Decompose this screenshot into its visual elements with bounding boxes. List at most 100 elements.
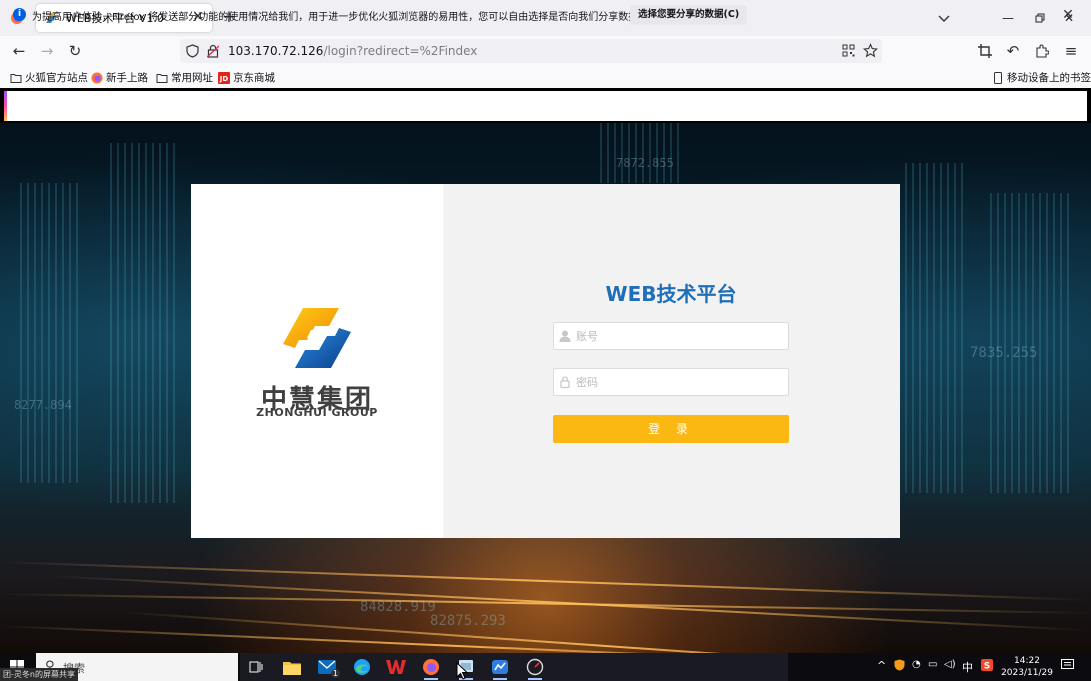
background-building [20, 183, 80, 483]
background-number: 8277.894 [14, 398, 72, 412]
restore-button[interactable] [1030, 8, 1050, 28]
url-bar[interactable]: 103.170.72.126/login?redirect=%2Findex [180, 39, 882, 63]
background-building [600, 123, 680, 183]
background-number: 82875.293 [430, 613, 506, 629]
company-logo-icon [283, 308, 351, 368]
password-input[interactable] [576, 369, 784, 395]
svg-text:S: S [984, 662, 990, 672]
extensions-button[interactable] [1033, 42, 1051, 60]
brand-panel: 中慧集团 ZHONGHUI GROUP [191, 184, 443, 538]
clock-date: 2023/11/29 [1001, 668, 1053, 678]
bookmark-star-icon[interactable] [863, 43, 878, 58]
show-hidden-icons[interactable]: ^ [877, 659, 886, 672]
login-card: 中慧集团 ZHONGHUI GROUP WEB技术平台 登 录 [191, 184, 900, 538]
login-button[interactable]: 登 录 [553, 415, 789, 443]
back-button[interactable]: ← [10, 42, 28, 60]
firefox-icon [423, 659, 439, 675]
task-view-button[interactable] [243, 656, 269, 678]
file-explorer-app[interactable] [279, 656, 305, 678]
forward-button[interactable]: → [38, 42, 56, 60]
bookmarks-toolbar: 火狐官方站点 新手上路 常用网址 JD 京东商城 移动设备上的书签 [0, 66, 1091, 88]
background-number: 7872.855 [616, 156, 674, 170]
ime-indicator[interactable]: 中 [962, 659, 973, 675]
mobile-device-icon [994, 71, 1002, 84]
volume-icon[interactable]: ◁) [944, 659, 956, 670]
background-number: 7835.255 [970, 345, 1038, 361]
screen-share-tooltip: 团-灵冬n的屏幕共享 [0, 668, 78, 681]
choose-data-button[interactable]: 选择您要分享的数据(C) [630, 5, 748, 25]
mail-app[interactable]: 1 [314, 656, 340, 678]
mail-badge: 1 [330, 669, 340, 678]
bookmark-item[interactable]: 火狐官方站点 [10, 70, 88, 85]
bookmark-item[interactable]: 常用网址 [156, 70, 213, 85]
insecure-lock-icon[interactable] [207, 44, 219, 58]
edge-app[interactable] [349, 656, 375, 678]
whiteboard-icon [492, 660, 508, 674]
screenshot-button[interactable] [976, 42, 994, 60]
notification-text: 为提高用户体验，Firefox 将发送部分功能的使用情况给我们，用于进一步优化火… [32, 12, 649, 23]
notification-center-button[interactable] [1061, 659, 1074, 674]
bookmark-label: 京东商城 [233, 72, 275, 84]
user-icon [559, 330, 571, 342]
shield-icon[interactable] [186, 44, 199, 58]
username-input[interactable] [576, 323, 784, 349]
mouse-cursor-icon [456, 662, 468, 680]
sogou-ime-icon[interactable]: S [981, 659, 993, 674]
url-text[interactable]: 103.170.72.126/login?redirect=%2Findex [228, 44, 477, 58]
security-tray-icon[interactable] [894, 659, 905, 674]
task-view-icon [249, 661, 263, 673]
light-streak [0, 593, 1091, 615]
folder-icon [283, 661, 301, 675]
navigation-bar: ← → ↻ 103.170.72.126/login?redirect=%2Fi… [0, 36, 1091, 66]
username-field [553, 322, 789, 350]
taskbar-clock[interactable]: 14:22 2023/11/29 [1000, 655, 1054, 679]
crop-icon [978, 44, 992, 58]
notification-icon [1061, 659, 1074, 669]
wps-icon [386, 660, 406, 674]
wps-app[interactable] [383, 656, 409, 678]
notification-close-icon[interactable]: ✕ [1060, 7, 1076, 23]
company-name-en: ZHONGHUI GROUP [256, 406, 378, 419]
minimize-button[interactable]: — [998, 8, 1018, 28]
restore-icon [1035, 13, 1045, 23]
clock-time: 14:22 [1014, 656, 1040, 666]
chevron-down-icon [938, 15, 950, 22]
qr-code-icon[interactable] [842, 44, 855, 57]
app-menu-button[interactable]: ≡ [1062, 42, 1080, 60]
background-building [110, 143, 180, 503]
background-building [990, 193, 1070, 493]
background-building [905, 163, 965, 493]
speedometer-icon [526, 658, 544, 676]
lock-icon [560, 376, 570, 389]
platform-title: WEB技术平台 [605, 282, 737, 306]
light-streak [119, 611, 1088, 653]
mobile-bookmarks[interactable]: 移动设备上的书签 [992, 70, 1091, 85]
bookmark-item[interactable]: 新手上路 [91, 70, 148, 85]
firefox-icon [91, 72, 103, 83]
battery-icon[interactable]: ▭ [928, 659, 937, 670]
firefox-app[interactable] [418, 656, 444, 680]
svg-text:JD: JD [219, 75, 229, 83]
puzzle-icon [1036, 44, 1049, 58]
windows-taskbar: ⚲ 搜索 1 ^ ◔ ▭ ◁) 中 S 14:22 2023/11/29 [0, 653, 1091, 681]
light-streak [0, 625, 900, 653]
bookmark-item[interactable]: JD 京东商城 [218, 70, 275, 85]
folder-icon [10, 73, 22, 83]
list-all-tabs-button[interactable] [935, 9, 953, 27]
reload-button[interactable]: ↻ [66, 42, 84, 60]
bookmark-label: 新手上路 [106, 72, 148, 84]
jd-icon: JD [218, 71, 230, 84]
whiteboard-app[interactable] [487, 656, 513, 680]
undo-close-button[interactable]: ↶ [1004, 42, 1022, 60]
wifi-icon[interactable]: ◔ [912, 659, 921, 670]
folder-icon [156, 73, 168, 83]
recording-app[interactable] [522, 656, 548, 680]
shield-icon [894, 659, 905, 671]
url-host: 103.170.72.126 [228, 44, 324, 58]
bookmark-label: 火狐官方站点 [25, 72, 88, 84]
telemetry-notification-bar [4, 91, 1087, 121]
url-path: /login?redirect=%2Findex [323, 44, 478, 58]
edge-icon [354, 659, 370, 675]
notification-accent [4, 91, 7, 121]
login-page: 7872.855 8277.894 84828.919 82875.293 78… [0, 123, 1091, 653]
